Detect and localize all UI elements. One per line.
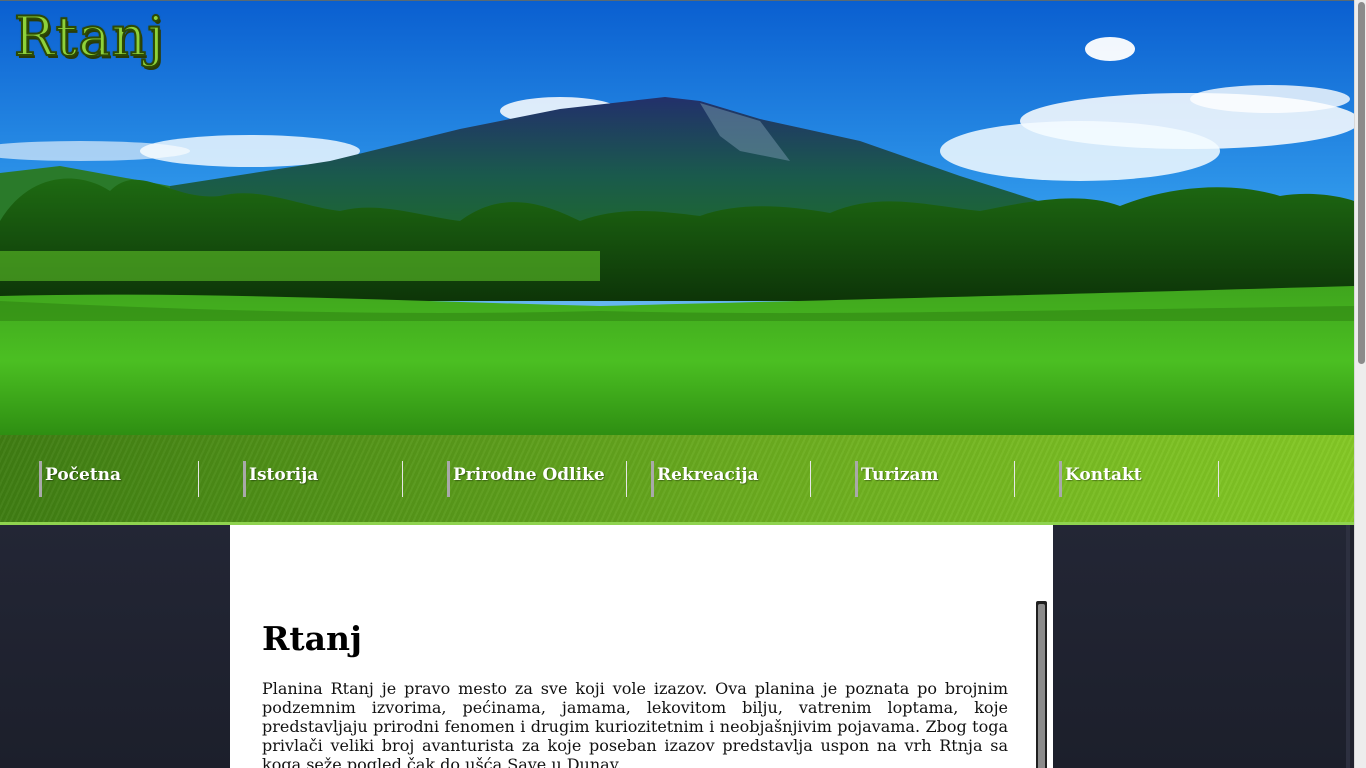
nav-item-pocetna[interactable]: Početna bbox=[39, 461, 199, 497]
content-title: Rtanj bbox=[262, 619, 362, 658]
main-content: Rtanj Planina Rtanj je pravo mesto za sv… bbox=[230, 525, 1053, 768]
nav-item-prirodne-odlike[interactable]: Prirodne Odlike bbox=[447, 461, 627, 497]
content-scrollbar[interactable] bbox=[1036, 601, 1047, 768]
left-side-panel bbox=[0, 525, 230, 768]
page-scrollbar-thumb[interactable] bbox=[1358, 2, 1365, 364]
hero-banner: Rtanj bbox=[0, 0, 1354, 435]
right-side-panel bbox=[1053, 525, 1350, 768]
page: Rtanj Početna Istorija Prirodne Odlike R… bbox=[0, 0, 1366, 768]
content-scrollbar-thumb[interactable] bbox=[1038, 604, 1045, 768]
mountain-landscape-image bbox=[0, 1, 1354, 435]
nav-item-kontakt[interactable]: Kontakt bbox=[1059, 461, 1219, 497]
nav-item-istorija[interactable]: Istorija bbox=[243, 461, 403, 497]
site-logo[interactable]: Rtanj bbox=[13, 4, 165, 70]
main-navigation: Početna Istorija Prirodne Odlike Rekreac… bbox=[0, 435, 1354, 525]
nav-item-turizam[interactable]: Turizam bbox=[855, 461, 1015, 497]
nav-item-rekreacija[interactable]: Rekreacija bbox=[651, 461, 811, 497]
content-paragraph: Planina Rtanj je pravo mesto za sve koji… bbox=[262, 679, 1008, 768]
page-scrollbar[interactable] bbox=[1354, 0, 1366, 768]
